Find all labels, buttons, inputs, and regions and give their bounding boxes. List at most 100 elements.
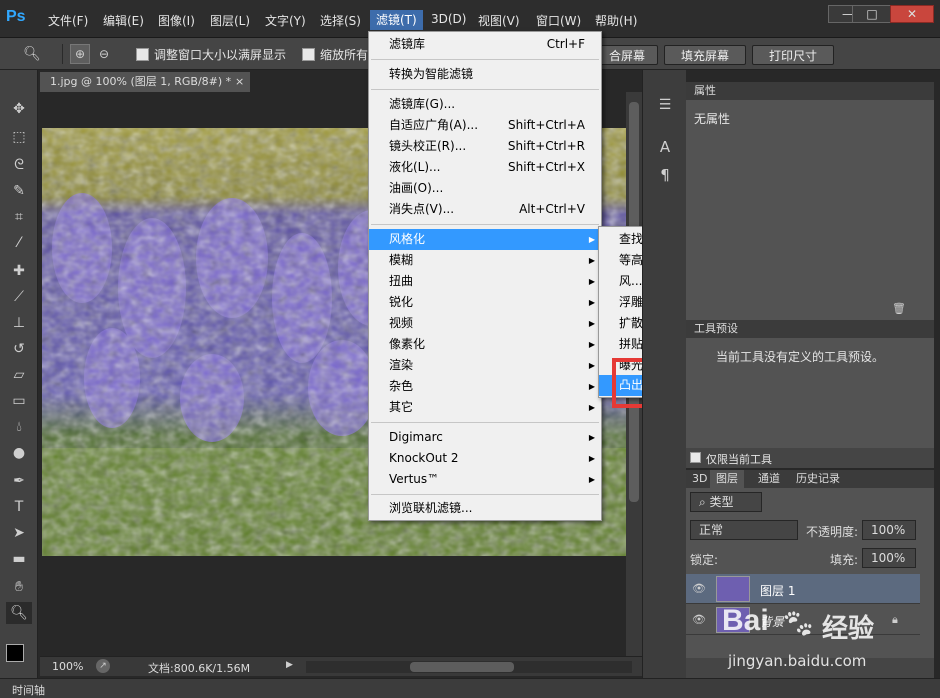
menu-item-adaptive-wide-angle[interactable]: 自适应广角(A)... Shift+Ctrl+A bbox=[369, 115, 601, 136]
submenu-arrow-icon: ▶ bbox=[588, 319, 595, 328]
menu-edit[interactable]: 编辑(E) bbox=[103, 12, 144, 29]
submenu-arrow-icon: ▶ bbox=[588, 340, 595, 349]
tab-layers[interactable]: 图层 bbox=[710, 470, 744, 488]
menu-view[interactable]: 视图(V) bbox=[478, 12, 520, 29]
close-tab-icon[interactable]: × bbox=[235, 72, 244, 92]
resize-window-checkbox[interactable] bbox=[136, 48, 149, 61]
menu-item-lens-correction[interactable]: 镜头校正(R)... Shift+Ctrl+R bbox=[369, 136, 601, 157]
tab-3d[interactable]: 3D bbox=[692, 470, 707, 488]
document-tab-title: 1.jpg @ 100% (图层 1, RGB/8#) * bbox=[50, 75, 232, 88]
close-button[interactable]: ✕ bbox=[890, 5, 934, 23]
menu-item-sharpen[interactable]: 锐化 ▶ bbox=[369, 292, 601, 313]
horizontal-scrollbar[interactable] bbox=[306, 661, 632, 673]
clone-stamp-icon[interactable]: ⊥ bbox=[6, 312, 32, 334]
fill-screen-button[interactable]: 填充屏幕 bbox=[664, 45, 746, 65]
submenu-arrow-icon: ▶ bbox=[588, 403, 595, 412]
healing-brush-icon[interactable]: ✚ bbox=[6, 260, 32, 282]
history-brush-icon[interactable]: ↺ bbox=[6, 338, 32, 360]
menu-3d[interactable]: 3D(D) bbox=[431, 12, 466, 26]
menu-item-oil-paint[interactable]: 油画(O)... bbox=[369, 178, 601, 199]
foreground-color-swatch[interactable] bbox=[6, 644, 24, 662]
menu-item-noise[interactable]: 杂色 ▶ bbox=[369, 376, 601, 397]
menu-item-vanishing-point[interactable]: 消失点(V)... Alt+Ctrl+V bbox=[369, 199, 601, 220]
blend-mode-select[interactable]: 正常 bbox=[690, 520, 798, 540]
zoom-tool-icon[interactable]: 🔍︎ bbox=[6, 602, 32, 624]
layer-thumbnail bbox=[716, 576, 750, 602]
menu-item-vertus[interactable]: Vertus™ ▶ bbox=[369, 469, 601, 490]
eye-icon[interactable]: 👁︎ bbox=[692, 582, 706, 595]
eraser-tool-icon[interactable]: ▱ bbox=[6, 364, 32, 386]
zoom-in-icon[interactable]: ⊕ bbox=[70, 44, 90, 64]
tab-channels[interactable]: 通道 bbox=[758, 470, 780, 488]
lock-label: 锁定: bbox=[690, 553, 719, 567]
menu-image[interactable]: 图像(I) bbox=[158, 12, 195, 29]
menu-item-render[interactable]: 渲染 ▶ bbox=[369, 355, 601, 376]
brush-tool-icon[interactable]: ⟋ bbox=[6, 286, 32, 308]
tools-panel: ✥ ⬚ ᘓ ✎ ⌗ ⁄ ✚ ⟋ ⊥ ↺ ▱ ▭ 💧︎ ● ✒ T ➤ ▬ ✋︎ … bbox=[0, 70, 38, 678]
document-tab[interactable]: 1.jpg @ 100% (图层 1, RGB/8#) * × bbox=[40, 72, 250, 92]
eyedropper-icon[interactable]: ⁄ bbox=[6, 232, 32, 254]
menu-item-pixelate[interactable]: 像素化 ▶ bbox=[369, 334, 601, 355]
menu-item-other[interactable]: 其它 ▶ bbox=[369, 397, 601, 418]
zoom-tool-icon[interactable]: 🔍︎ bbox=[22, 45, 42, 63]
layer-row-layer1[interactable]: 👁︎ 图层 1 bbox=[686, 574, 920, 604]
menu-item-knockout[interactable]: KnockOut 2 ▶ bbox=[369, 448, 601, 469]
print-size-button[interactable]: 打印尺寸 bbox=[752, 45, 834, 65]
eye-icon[interactable]: 👁︎ bbox=[692, 613, 706, 626]
timeline-tab[interactable]: 时间轴 bbox=[12, 682, 45, 698]
share-icon[interactable]: ↗ bbox=[96, 659, 110, 673]
shape-tool-icon[interactable]: ▬ bbox=[6, 548, 32, 570]
current-tool-only-checkbox[interactable] bbox=[690, 452, 701, 463]
fill-input[interactable]: 100% bbox=[862, 548, 916, 568]
restore-button[interactable]: □ bbox=[852, 5, 892, 23]
menu-item-video[interactable]: 视频 ▶ bbox=[369, 313, 601, 334]
tab-history[interactable]: 历史记录 bbox=[796, 470, 840, 488]
menu-file[interactable]: 文件(F) bbox=[48, 12, 88, 29]
presets-footer: 仅限当前工具 bbox=[686, 448, 934, 468]
marquee-tool-icon[interactable]: ⬚ bbox=[6, 126, 32, 148]
fit-screen-button[interactable]: 合屏幕 bbox=[596, 45, 658, 65]
layer-kind-filter[interactable]: ⌕ 类型 bbox=[690, 492, 762, 512]
type-tool-icon[interactable]: T bbox=[6, 496, 32, 518]
menu-type[interactable]: 文字(Y) bbox=[265, 12, 306, 29]
menu-item-liquify[interactable]: 液化(L)... Shift+Ctrl+X bbox=[369, 157, 601, 178]
menu-select[interactable]: 选择(S) bbox=[320, 12, 361, 29]
path-select-icon[interactable]: ➤ bbox=[6, 522, 32, 544]
gradient-tool-icon[interactable]: ▭ bbox=[6, 390, 32, 412]
menu-item-digimarc[interactable]: Digimarc ▶ bbox=[369, 427, 601, 448]
menu-layer[interactable]: 图层(L) bbox=[210, 12, 250, 29]
menu-item-filter-gallery-last[interactable]: 滤镜库 Ctrl+F bbox=[369, 34, 601, 55]
menu-window[interactable]: 窗口(W) bbox=[536, 12, 581, 29]
menu-item-distort[interactable]: 扭曲 ▶ bbox=[369, 271, 601, 292]
quick-select-icon[interactable]: ✎ bbox=[6, 180, 32, 202]
tool-presets-tab[interactable]: 工具预设 bbox=[686, 320, 934, 338]
paragraph-panel-icon[interactable]: ¶ bbox=[653, 164, 677, 186]
menu-help[interactable]: 帮助(H) bbox=[595, 12, 637, 29]
trash-icon[interactable]: 🗑︎ bbox=[892, 302, 906, 315]
paw-icon: 🐾︎ bbox=[780, 606, 816, 640]
menu-item-stylize[interactable]: 风格化 ▶ bbox=[369, 229, 601, 250]
hand-tool-icon[interactable]: ✋︎ bbox=[6, 576, 32, 598]
status-menu-arrow-icon[interactable]: ▶ bbox=[286, 660, 293, 670]
layer-name[interactable]: 图层 1 bbox=[760, 582, 795, 599]
character-panel-icon[interactable]: A bbox=[653, 136, 677, 158]
opacity-input[interactable]: 100% bbox=[862, 520, 916, 540]
crop-tool-icon[interactable]: ⌗ bbox=[6, 206, 32, 228]
menu-item-blur[interactable]: 模糊 ▶ bbox=[369, 250, 601, 271]
zoom-all-checkbox[interactable] bbox=[302, 48, 315, 61]
zoom-out-icon[interactable]: ⊖ bbox=[94, 44, 114, 64]
dodge-tool-icon[interactable]: ● bbox=[6, 442, 32, 464]
menu-item-filter-gallery[interactable]: 滤镜库(G)... bbox=[369, 94, 601, 115]
history-panel-icon[interactable]: ☰ bbox=[653, 94, 677, 116]
zoom-level[interactable]: 100% bbox=[52, 660, 83, 673]
menu-filter[interactable]: 滤镜(T) bbox=[370, 10, 423, 30]
properties-tab[interactable]: 属性 bbox=[686, 82, 934, 100]
move-tool-icon[interactable]: ✥ bbox=[6, 98, 32, 120]
horizontal-scroll-thumb[interactable] bbox=[410, 662, 514, 672]
blur-tool-icon[interactable]: 💧︎ bbox=[6, 416, 32, 438]
menu-item-convert-smart-filter[interactable]: 转换为智能滤镜 bbox=[369, 64, 601, 85]
pen-tool-icon[interactable]: ✒ bbox=[6, 470, 32, 492]
lasso-tool-icon[interactable]: ᘓ bbox=[6, 154, 32, 176]
menu-item-browse-online-filters[interactable]: 浏览联机滤镜... bbox=[369, 498, 601, 519]
properties-panel: 属性 无属性 🗑︎ bbox=[686, 82, 934, 320]
